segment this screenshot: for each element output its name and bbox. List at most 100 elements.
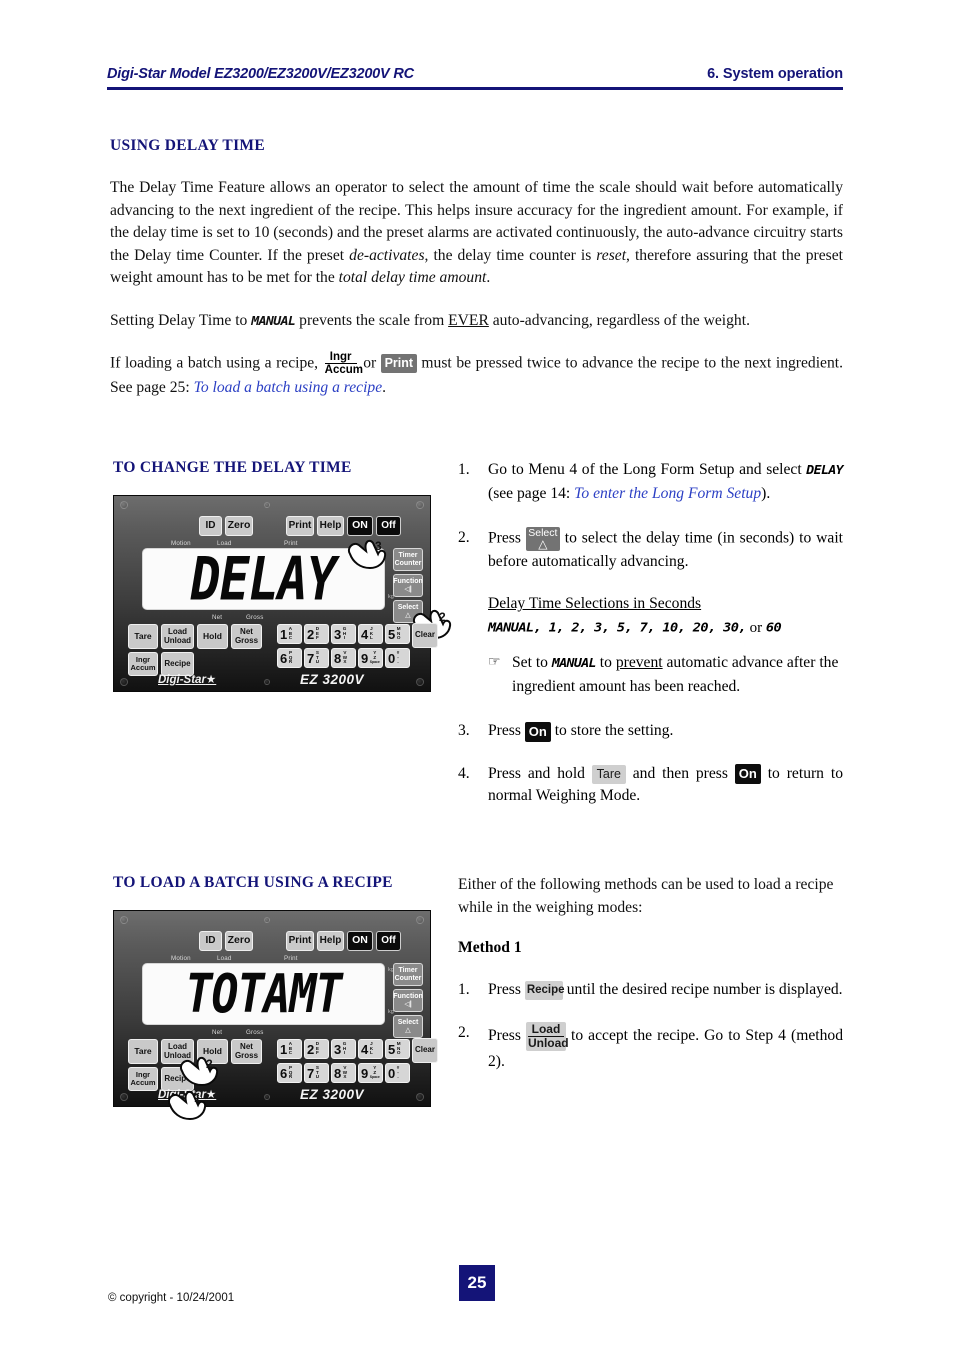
model-label: EZ 3200V [300,1087,365,1102]
keypad-letters: ABC [288,625,293,641]
cross-reference-link[interactable]: To load a batch using a recipe [194,379,383,396]
hand-pointer-number: 3 [375,539,382,553]
text-run: Press [488,722,525,740]
keypad-key-0[interactable]: 0 # -. [385,1063,410,1083]
indicator-label-net: Net [212,614,223,621]
scale-panel-delay: ID Zero Print Help ON Off Motion Load Pr… [113,495,452,692]
button-net-gross[interactable]: Net Gross [231,624,262,649]
button-clear-scale2[interactable]: Clear [412,1038,438,1063]
button-ingr-accum[interactable]: Ingr Accum [128,652,158,676]
button-help[interactable]: Help [317,516,344,536]
step-item: 1. Go to Menu 4 of the Long Form Setup a… [458,459,844,505]
button-id[interactable]: ID [199,516,222,536]
keypad-digit: 1 [280,1041,288,1057]
keypad-key-8[interactable]: 8VWX [331,1063,356,1083]
keypad-letters: MNO [396,1040,401,1056]
button-function[interactable]: Function ◁| [393,989,423,1012]
step-text: Press On to store the setting. [488,720,843,743]
keypad-digit: 8 [334,1065,342,1081]
button-help[interactable]: Help [317,931,344,951]
text-run-italic: de-activates [349,246,425,264]
keypad-key-9[interactable]: 9 Y Z Space [358,1063,383,1083]
button-id[interactable]: ID [199,931,222,951]
keypad-digit: 6 [280,650,288,666]
keypad-letters: JKL [369,1040,374,1056]
text-run-italic: total delay time amount [338,269,487,287]
left-arrow-icon: ◁| [404,1000,412,1008]
keypad-digit: 2 [307,626,315,642]
keypad-key-1[interactable]: 1ABC [277,624,302,644]
keypad-key-7[interactable]: 7STU [304,1063,329,1083]
button-hold[interactable]: Hold [197,624,228,649]
keypad-key-3[interactable]: 3GHI [331,1039,356,1059]
ingr-accum-keycap: Ingr Accum [322,349,363,378]
button-timer-counter[interactable]: Timer Counter [393,548,423,571]
keypad-letters: Y Z Space [369,1064,380,1080]
button-function[interactable]: Function ◁| [393,574,423,597]
button-tare[interactable]: Tare [128,1039,158,1064]
text-run-italic: reset [596,246,627,264]
keypad-key-5[interactable]: 5MNO [385,1039,410,1059]
lcd-text-values: MANUAL, 1, 2, 3, 5, 7, 10, 20, 30, [488,620,746,636]
screw-icon [416,916,424,924]
keypad-key-1[interactable]: 1ABC [277,1039,302,1059]
keypad-key-5[interactable]: 5MNO [385,624,410,644]
keypad-key-4[interactable]: 4JKL [358,1039,383,1059]
button-select[interactable]: Select △ [393,1015,423,1038]
text-run: Press [488,1026,526,1044]
keypad-key-4[interactable]: 4JKL [358,624,383,644]
keypad-letters: Y Z Space [369,649,380,665]
button-print[interactable]: Print [286,931,314,951]
step-text: Press Select △ to select the delay time (… [488,527,843,573]
lcd-text-value-60: 60 [765,620,782,636]
screw-icon [264,502,270,508]
text-run: prevents the scale from [295,311,449,329]
step-number: 3. [458,722,470,740]
button-print[interactable]: Print [286,516,314,536]
button-zero[interactable]: Zero [225,931,253,951]
keypad-key-9[interactable]: 9 Y Z Space [358,648,383,668]
text-run: Set to [512,654,552,672]
keypad-key-0[interactable]: 0 # -. [385,648,410,668]
button-tare[interactable]: Tare [128,624,158,649]
step-item: 2. Press Load Unload to accept the recipe… [458,1021,843,1074]
print-keycap: Print [380,353,417,374]
page-number-badge: 25 [459,1265,495,1301]
keypad-digit: 0 [388,650,396,666]
keypad-key-2[interactable]: 2DEF [304,1039,329,1059]
brand-name: Digi-Star [158,674,206,686]
keypad-digit: 8 [334,650,342,666]
indicator-label-load: Load [217,955,232,962]
text-run: ). [761,484,771,502]
paragraph-manual-setting: Setting Delay Time to MANUAL prevents th… [110,310,843,334]
keypad-letters: JKL [369,625,374,641]
keypad-key-6[interactable]: 6PQR [277,1063,302,1083]
button-off[interactable]: Off [376,931,401,951]
cross-reference-link[interactable]: To enter the Long Form Setup [574,485,761,502]
keypad-key-8[interactable]: 8VWX [331,648,356,668]
paragraph-delay-feature: The Delay Time Feature allows an operato… [110,177,843,290]
button-ingr-accum[interactable]: Ingr Accum [128,1067,158,1091]
button-load-unload[interactable]: Load Unload [161,624,194,649]
screw-icon [120,916,128,924]
keycap-label-top: Ingr [324,351,357,364]
copyright-text: © copyright - 10/24/2001 [108,1292,235,1304]
scale-panel-totamt: ID Zero Print Help ON Off Motion Load Pr… [113,910,431,1121]
keypad-key-3[interactable]: 3GHI [331,624,356,644]
keypad-letters: GHI [342,1040,347,1056]
button-clear-scale1[interactable]: Clear [412,623,438,648]
keypad-digit: 7 [307,650,315,666]
step-number: 2. [458,1023,470,1041]
keypad-key-7[interactable]: 7STU [304,648,329,668]
keypad-digit: 5 [388,1041,396,1057]
button-timer-counter[interactable]: Timer Counter [393,963,423,986]
header-title-right: 6. System operation [707,66,843,82]
button-label-line1: Timer [398,552,418,560]
button-on[interactable]: ON [347,931,373,951]
hand-pointer-number: 2 [206,1057,213,1071]
keypad-key-2[interactable]: 2DEF [304,624,329,644]
button-label-line1: Select [397,1019,419,1027]
button-net-gross[interactable]: Net Gross [231,1039,262,1064]
button-zero[interactable]: Zero [225,516,253,536]
keypad-key-6[interactable]: 6PQR [277,648,302,668]
